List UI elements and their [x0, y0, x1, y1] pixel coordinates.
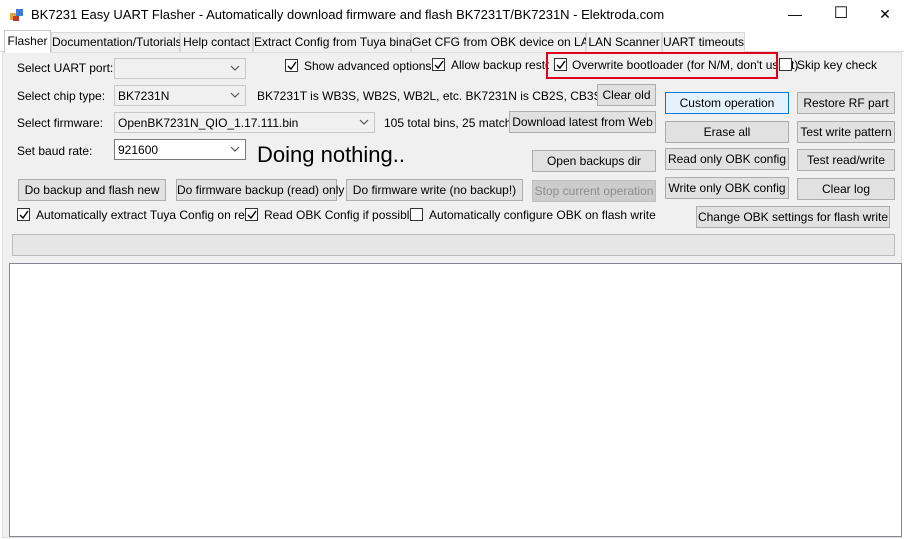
custom-operation-button[interactable]: Custom operation	[665, 92, 789, 114]
checkmark-icon	[19, 210, 29, 220]
baud-rate-label: Set baud rate:	[17, 144, 93, 158]
auto-configure-obk-label: Automatically configure OBK on flash wri…	[429, 208, 656, 222]
baud-rate-value: 921600	[118, 143, 159, 157]
progress-bar	[12, 234, 895, 256]
tab-uart-timeouts[interactable]: UART timeouts	[662, 32, 745, 52]
tab-help-contact[interactable]: Help contact	[180, 32, 253, 52]
tab-flasher[interactable]: Flasher	[4, 30, 51, 53]
show-advanced-checkbox[interactable]	[285, 59, 298, 72]
chevron-down-icon	[359, 119, 369, 125]
uart-port-label: Select UART port:	[17, 61, 114, 75]
tab-get-cfg-obk[interactable]: Get CFG from OBK device on LAN	[411, 32, 597, 52]
chip-type-value: BK7231N	[118, 89, 170, 103]
skip-key-check-label: Skip key check	[797, 58, 878, 72]
test-write-pattern-button[interactable]: Test write pattern	[797, 121, 895, 143]
firmware-select[interactable]: OpenBK7231N_QIO_1.17.111.bin	[114, 112, 375, 133]
checkmark-icon	[247, 210, 257, 220]
maximize-button[interactable]: ☐	[818, 0, 864, 30]
minimize-button[interactable]: —	[772, 0, 818, 30]
clear-log-button[interactable]: Clear log	[797, 178, 895, 200]
read-only-obk-button[interactable]: Read only OBK config	[665, 148, 789, 170]
uart-port-select[interactable]	[114, 58, 246, 79]
open-backups-dir-button[interactable]: Open backups dir	[532, 150, 656, 172]
firmware-value: OpenBK7231N_QIO_1.17.111.bin	[118, 116, 299, 130]
tab-extract-config[interactable]: Extract Config from Tuya binary	[253, 32, 422, 52]
firmware-label: Select firmware:	[17, 116, 104, 130]
log-textbox[interactable]	[9, 263, 902, 537]
write-only-obk-button[interactable]: Write only OBK config	[665, 177, 789, 199]
firmware-write-button[interactable]: Do firmware write (no backup!)	[346, 179, 523, 201]
auto-extract-tuya-label: Automatically extract Tuya Config on rea…	[36, 208, 259, 222]
tab-documentation[interactable]: Documentation/Tutorials	[51, 32, 182, 52]
chevron-down-icon	[230, 92, 240, 98]
stop-current-operation-button[interactable]: Stop current operation	[532, 180, 656, 202]
log-text	[10, 264, 901, 268]
auto-extract-tuya-checkbox[interactable]	[17, 208, 30, 221]
skip-key-check-checkbox[interactable]	[779, 58, 792, 71]
clear-old-button[interactable]: Clear old	[597, 84, 656, 106]
app-icon	[10, 9, 23, 21]
checkmark-icon	[434, 60, 444, 70]
firmware-backup-button[interactable]: Do firmware backup (read) only	[176, 179, 344, 201]
erase-all-button[interactable]: Erase all	[665, 121, 789, 143]
baud-rate-select[interactable]: 921600	[114, 139, 246, 160]
backup-and-flash-button[interactable]: Do backup and flash new	[18, 179, 166, 201]
window-title: BK7231 Easy UART Flasher - Automatically…	[31, 7, 665, 22]
restore-rf-button[interactable]: Restore RF part	[797, 92, 895, 114]
checkmark-icon	[287, 61, 297, 71]
firmware-info-text: 105 total bins, 25 matching	[384, 116, 510, 130]
read-obk-config-checkbox[interactable]	[245, 208, 258, 221]
status-text: Doing nothing..	[257, 142, 405, 167]
chevron-down-icon	[230, 65, 240, 71]
chip-info-text: BK7231T is WB3S, WB2S, WB2L, etc. BK7231…	[257, 89, 625, 103]
change-obk-settings-button[interactable]: Change OBK settings for flash write	[696, 206, 890, 228]
test-read-write-button[interactable]: Test read/write	[797, 149, 895, 171]
auto-configure-obk-checkbox[interactable]	[410, 208, 423, 221]
chip-type-select[interactable]: BK7231N	[114, 85, 246, 106]
chevron-down-icon	[230, 146, 240, 152]
read-obk-config-label: Read OBK Config if possible	[264, 208, 417, 222]
allow-backup-restore-label: Allow backup restore	[451, 58, 549, 72]
close-button[interactable]: ✕	[862, 0, 904, 30]
highlight-box	[546, 52, 778, 79]
allow-backup-restore-checkbox[interactable]	[432, 58, 445, 71]
tab-lan-scanner[interactable]: LAN Scanner	[586, 32, 662, 52]
download-latest-button[interactable]: Download latest from Web	[509, 111, 656, 133]
show-advanced-label: Show advanced options	[304, 59, 432, 73]
chip-type-label: Select chip type:	[17, 89, 106, 103]
